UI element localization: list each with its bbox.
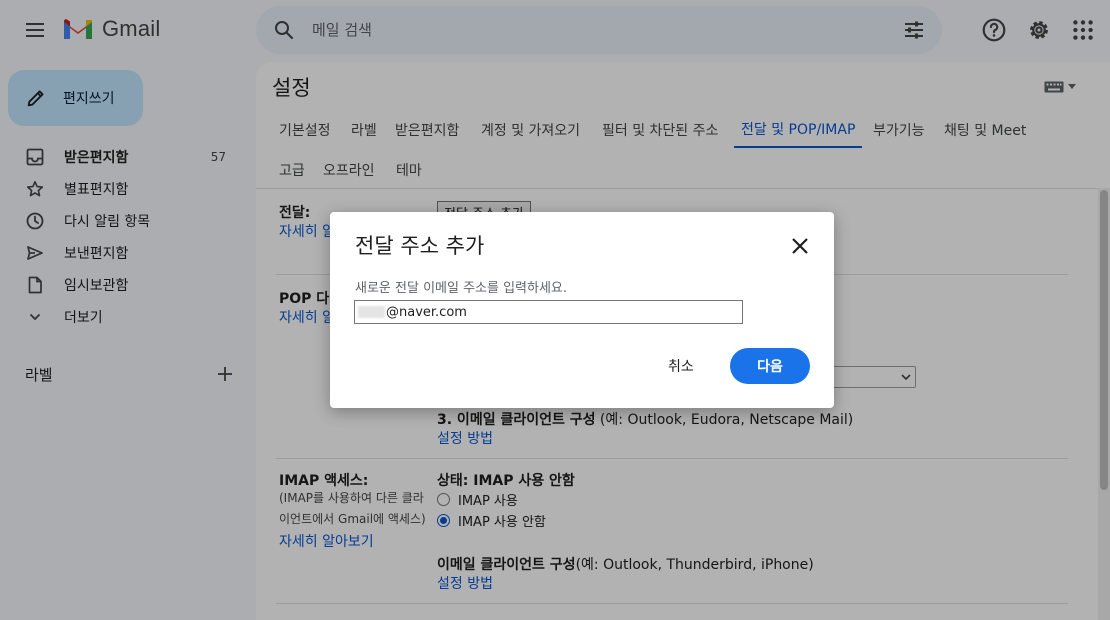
cancel-button[interactable]: 취소	[652, 350, 710, 382]
redacted-username	[358, 306, 385, 318]
next-button[interactable]: 다음	[730, 348, 810, 384]
close-icon[interactable]	[788, 234, 812, 258]
dialog-prompt: 새로운 전달 이메일 주소를 입력하세요.	[355, 281, 568, 296]
email-input-value: @naver.com	[386, 304, 467, 320]
forwarding-email-input[interactable]: @naver.com	[354, 300, 743, 324]
add-forwarding-address-dialog: 전달 주소 추가 새로운 전달 이메일 주소를 입력하세요. @naver.co…	[330, 212, 834, 408]
dialog-title: 전달 주소 추가	[355, 234, 485, 258]
